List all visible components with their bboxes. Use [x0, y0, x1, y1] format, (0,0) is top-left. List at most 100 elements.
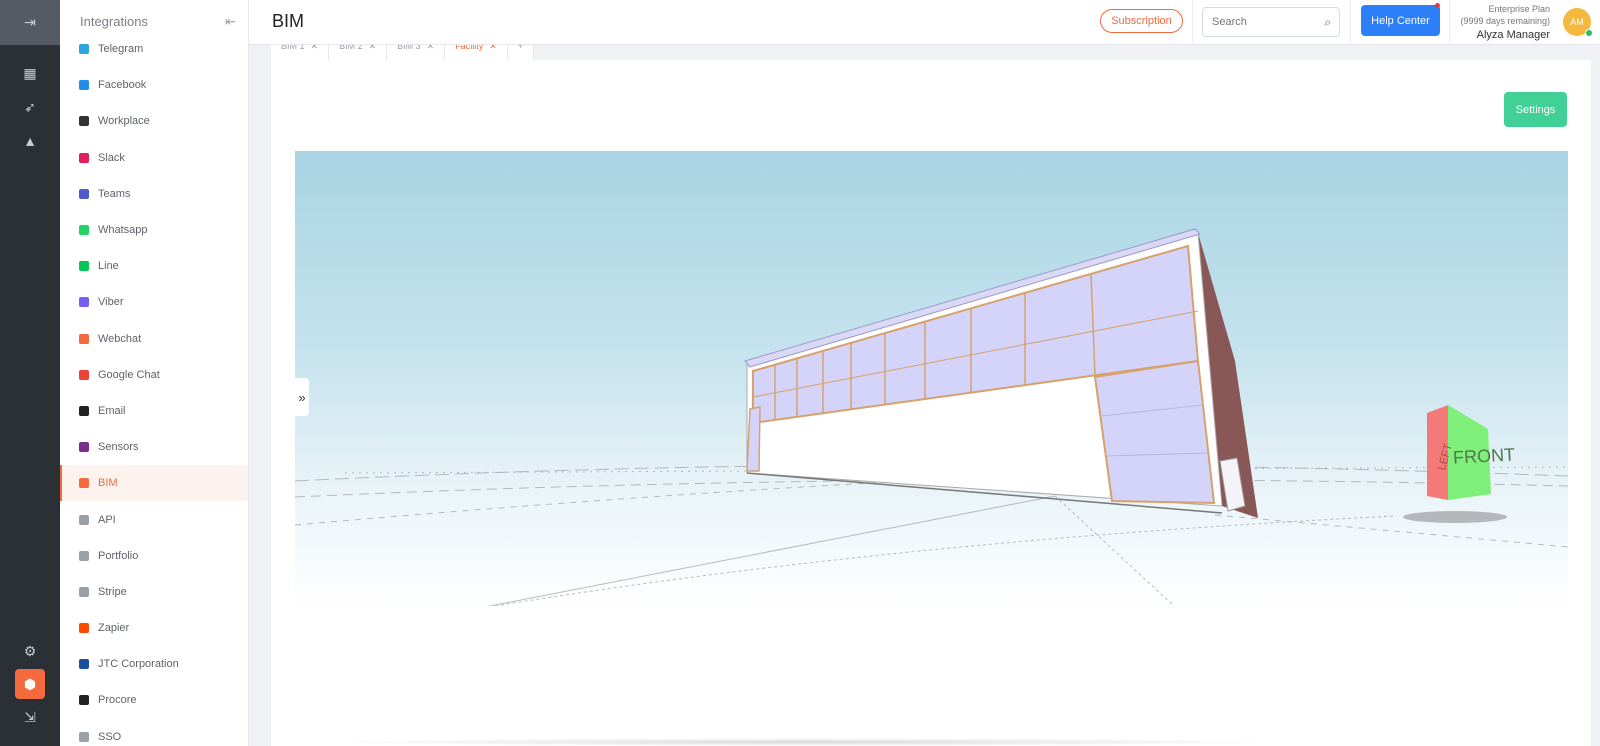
close-icon[interactable]: ✕	[311, 45, 319, 51]
tab-bim-3[interactable]: BIM 3 ✕	[387, 45, 446, 60]
rocket-icon[interactable]: ➶	[0, 91, 60, 123]
gear-icon[interactable]: ⚙	[0, 635, 60, 667]
sidebar-item-label: API	[98, 513, 116, 526]
teams-icon	[79, 188, 89, 199]
tab-label: BIM 3	[397, 45, 421, 51]
sidebar-item-api[interactable]: API	[60, 501, 248, 537]
sso-icon	[79, 731, 89, 742]
page-title: BIM	[272, 11, 305, 31]
plan-remaining: (9999 days remaining)	[1460, 16, 1550, 26]
sidebar-item-sensors[interactable]: Sensors	[60, 429, 248, 465]
close-icon[interactable]: ✕	[369, 45, 377, 51]
stripe-icon	[79, 586, 89, 597]
search-box[interactable]: ⌕	[1202, 7, 1340, 37]
divider	[1350, 0, 1351, 45]
tab-label: BIM 2	[339, 45, 363, 51]
email-icon	[79, 405, 89, 416]
bim-icon	[79, 478, 89, 489]
sidebar-item-teams[interactable]: Teams	[60, 176, 248, 212]
bottom-shadow	[320, 738, 1290, 746]
plan-name: Enterprise Plan	[1488, 4, 1550, 14]
portfolio-icon	[79, 550, 89, 561]
icon-rail: ⇥ ▦ ➶ ▲ ⚙ ⬢ ⇲	[0, 0, 60, 746]
help-center-button[interactable]: Help Center	[1361, 5, 1440, 36]
sidebar-item-label: Sensors	[98, 441, 139, 454]
collapse-sidebar-icon[interactable]: ⇤	[225, 14, 236, 30]
sidebar-item-label: Email	[98, 404, 126, 417]
sidebar-item-viber[interactable]: Viber	[60, 284, 248, 320]
sidebar-item-label: Line	[98, 260, 119, 273]
google-chat-icon	[79, 369, 89, 380]
sidebar-item-portfolio[interactable]: Portfolio	[60, 538, 248, 574]
slack-icon	[79, 152, 89, 163]
api-icon	[79, 514, 89, 525]
workplace-icon	[79, 116, 89, 127]
sidebar-item-email[interactable]: Email	[60, 393, 248, 429]
subscription-button[interactable]: Subscription	[1100, 9, 1183, 33]
tab-facility[interactable]: Facility ✕	[445, 45, 508, 60]
user-name[interactable]: Alyza Manager	[1460, 29, 1550, 41]
sidebar-item-label: Viber	[98, 296, 124, 309]
sidebar-item-sso[interactable]: SSO	[60, 719, 248, 746]
integrations-cube-icon[interactable]: ⬢	[15, 669, 45, 699]
sidebar-item-label: Portfolio	[98, 549, 139, 562]
divider	[1192, 0, 1193, 45]
sidebar-item-procore[interactable]: Procore	[60, 682, 248, 718]
close-icon[interactable]: ✕	[427, 45, 435, 51]
notification-dot	[1435, 3, 1440, 8]
telegram-icon	[79, 44, 89, 55]
glazing-right	[1093, 359, 1216, 505]
search-input[interactable]	[1203, 8, 1311, 36]
sidebar-item-label: Zapier	[98, 622, 130, 635]
sidebar-item-label: Facebook	[98, 79, 147, 92]
dashboard-icon[interactable]: ▦	[0, 57, 60, 89]
divider	[1449, 0, 1450, 45]
sidebar-item-label: Workplace	[98, 115, 150, 128]
sidebar-item-webchat[interactable]: Webchat	[60, 321, 248, 357]
sidebar-item-label: Slack	[98, 151, 125, 164]
tab-bim-1[interactable]: BIM 1 ✕	[271, 45, 330, 60]
bim-model-scene: FRONT LEFT	[295, 228, 1568, 606]
analytics-icon[interactable]: ▲	[0, 125, 60, 157]
sidebar-item-label: Stripe	[98, 585, 127, 598]
webchat-icon	[79, 333, 89, 344]
sidebar-item-label: Whatsapp	[98, 224, 148, 237]
sidebar-item-facebook[interactable]: Facebook	[60, 67, 248, 103]
glazing-left	[746, 406, 761, 472]
sidebar-item-line[interactable]: Line	[60, 248, 248, 284]
sensors-icon	[79, 442, 89, 453]
sidebar-item-whatsapp[interactable]: Whatsapp	[60, 212, 248, 248]
search-icon[interactable]: ⌕	[1324, 15, 1331, 30]
sidebar-item-label: BIM	[98, 477, 118, 490]
sidebar-item-zapier[interactable]: Zapier	[60, 610, 248, 646]
procore-icon	[79, 695, 89, 706]
integrations-list: Telegram Facebook Workplace Slack Teams Whats…	[60, 31, 248, 746]
sidebar-item-workplace[interactable]: Workplace	[60, 103, 248, 139]
online-status-dot	[1585, 29, 1593, 37]
sidebar-item-stripe[interactable]: Stripe	[60, 574, 248, 610]
sidebar-item-slack[interactable]: Slack	[60, 140, 248, 176]
sidebar-item-google-chat[interactable]: Google Chat	[60, 357, 248, 393]
line-icon	[79, 261, 89, 272]
sidebar-item-label: Procore	[98, 694, 137, 707]
sidebar-item-label: Teams	[98, 187, 131, 200]
tab-label: BIM 1	[281, 45, 305, 51]
integrations-sidebar: Telegram Facebook Workplace Slack Teams Whats…	[60, 0, 249, 746]
expand-panel-icon[interactable]: »	[295, 378, 309, 416]
sidebar-item-bim[interactable]: BIM	[60, 465, 248, 502]
tab-bim-2[interactable]: BIM 2 ✕	[329, 45, 388, 60]
sidebar-item-label: SSO	[98, 730, 122, 743]
tab-label: Facility	[455, 45, 484, 51]
settings-button[interactable]: Settings	[1504, 92, 1567, 127]
whatsapp-icon	[79, 225, 89, 236]
sidebar-item-jtc-corporation[interactable]: JTC Corporation	[60, 646, 248, 682]
menu-toggle-icon[interactable]: ⇥	[0, 0, 60, 45]
sidebar-header: Integrations ⇤	[60, 0, 248, 43]
sidebar-item-label: JTC Corporation	[98, 658, 179, 671]
add-tab-button[interactable]: +	[507, 45, 535, 60]
sidebar-item-label: Google Chat	[98, 368, 160, 381]
zapier-icon	[79, 623, 89, 634]
logout-icon[interactable]: ⇲	[0, 701, 60, 733]
close-icon[interactable]: ✕	[489, 45, 497, 51]
bim-3d-viewer[interactable]: FRONT LEFT	[295, 151, 1568, 606]
